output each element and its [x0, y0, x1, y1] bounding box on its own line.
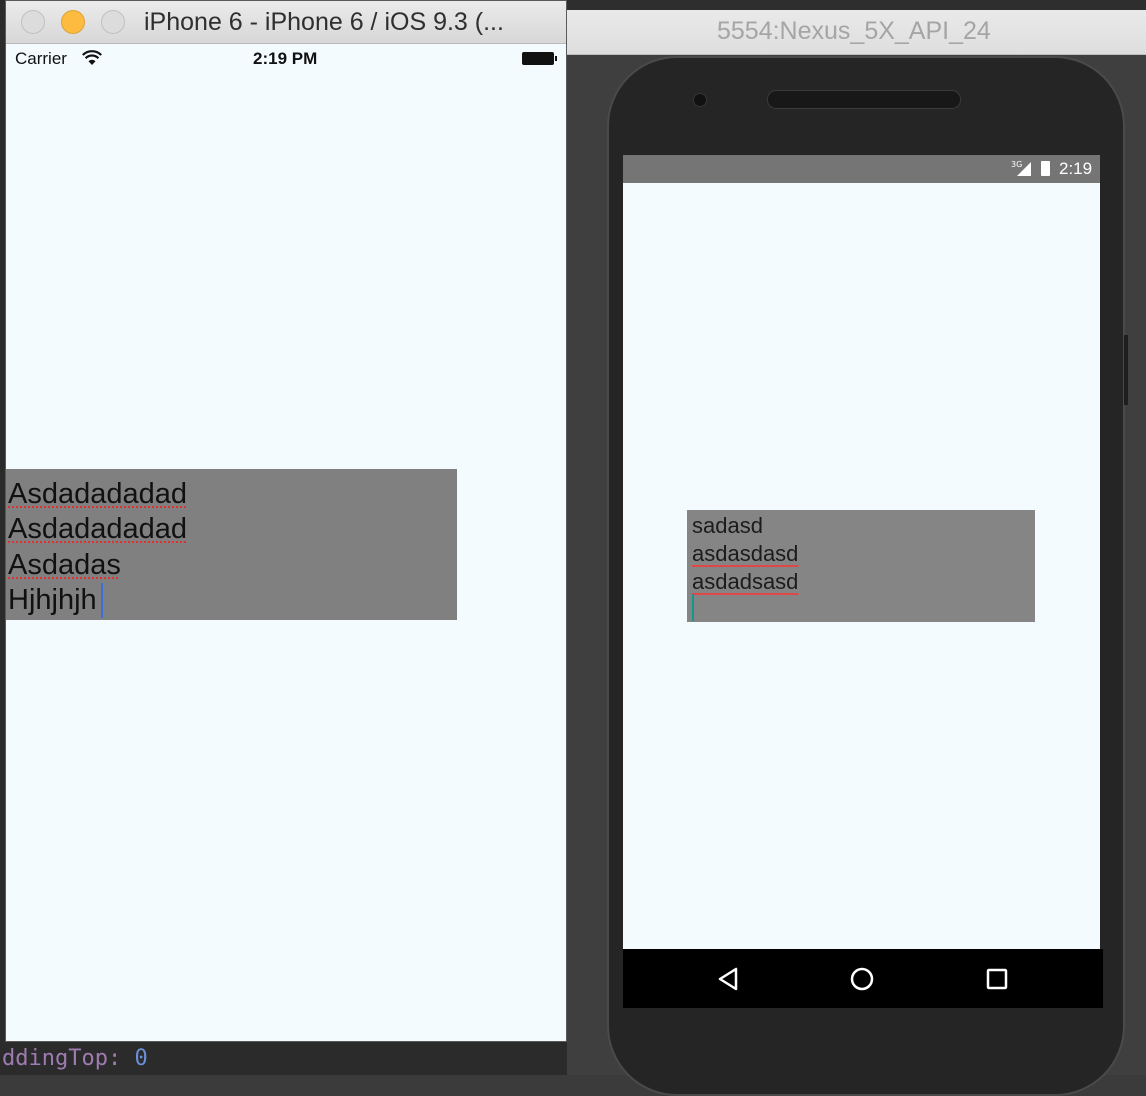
android-screen: sadasd asdasdasd asdadsasd: [623, 183, 1100, 949]
ios-simulator-window: iPhone 6 - iPhone 6 / iOS 9.3 (... Carri…: [5, 0, 567, 1042]
battery-icon: [1041, 161, 1050, 176]
text-caret: [692, 594, 694, 621]
back-icon[interactable]: [715, 965, 743, 993]
text-line: Asdadadadad: [8, 478, 187, 510]
editor-code-line: ddingTop: 0: [0, 1042, 569, 1075]
code-property: ddingTop:: [2, 1046, 135, 1071]
status-time: 2:19 PM: [253, 49, 318, 68]
multiline-text-input[interactable]: Asdadadadad Asdadadadad Asdadas Hjhjhjh: [6, 469, 457, 620]
svg-text:3G: 3G: [1011, 160, 1022, 169]
front-camera: [693, 93, 707, 107]
text-line: sadasd: [692, 513, 763, 538]
ios-window-title: iPhone 6 - iPhone 6 / iOS 9.3 (...: [144, 8, 504, 36]
status-time: 2:19: [1059, 159, 1093, 178]
home-icon[interactable]: [848, 965, 876, 993]
titlebar-shadow: [567, 0, 1146, 10]
ios-window-titlebar[interactable]: iPhone 6 - iPhone 6 / iOS 9.3 (...: [6, 1, 566, 44]
text-line: Asdadadadad: [8, 513, 187, 545]
text-line: asdasdasd: [692, 541, 799, 566]
multiline-text-input[interactable]: sadasd asdasdasd asdadsasd: [687, 510, 1035, 622]
android-window-titlebar[interactable]: 5554:Nexus_5X_API_24: [567, 0, 1146, 55]
text-line: Asdadas: [8, 549, 121, 581]
window-close-button[interactable]: [21, 10, 45, 34]
window-zoom-button[interactable]: [101, 10, 125, 34]
wifi-icon: [82, 50, 102, 65]
battery-tip: [555, 56, 557, 61]
android-status-bar: 3G 2:19: [623, 155, 1100, 183]
battery-icon: [522, 52, 554, 65]
android-window-title: 5554:Nexus_5X_API_24: [717, 17, 991, 45]
signal-icon: 3G: [1011, 160, 1033, 179]
recents-icon[interactable]: [983, 965, 1011, 993]
earpiece-speaker: [767, 90, 961, 109]
power-button[interactable]: [1124, 335, 1128, 405]
window-minimize-button[interactable]: [61, 10, 85, 34]
text-caret: [101, 583, 103, 618]
code-value: 0: [134, 1046, 148, 1071]
text-line: Hjhjhjh: [8, 584, 97, 616]
ios-screen: Carrier 2:19 PM Asdadadadad Asdadadadad …: [6, 44, 566, 1041]
carrier-label: Carrier: [15, 49, 67, 68]
android-nav-bar: [623, 949, 1103, 1008]
text-line: asdadsasd: [692, 569, 799, 594]
ios-status-bar: Carrier 2:19 PM: [6, 44, 566, 74]
